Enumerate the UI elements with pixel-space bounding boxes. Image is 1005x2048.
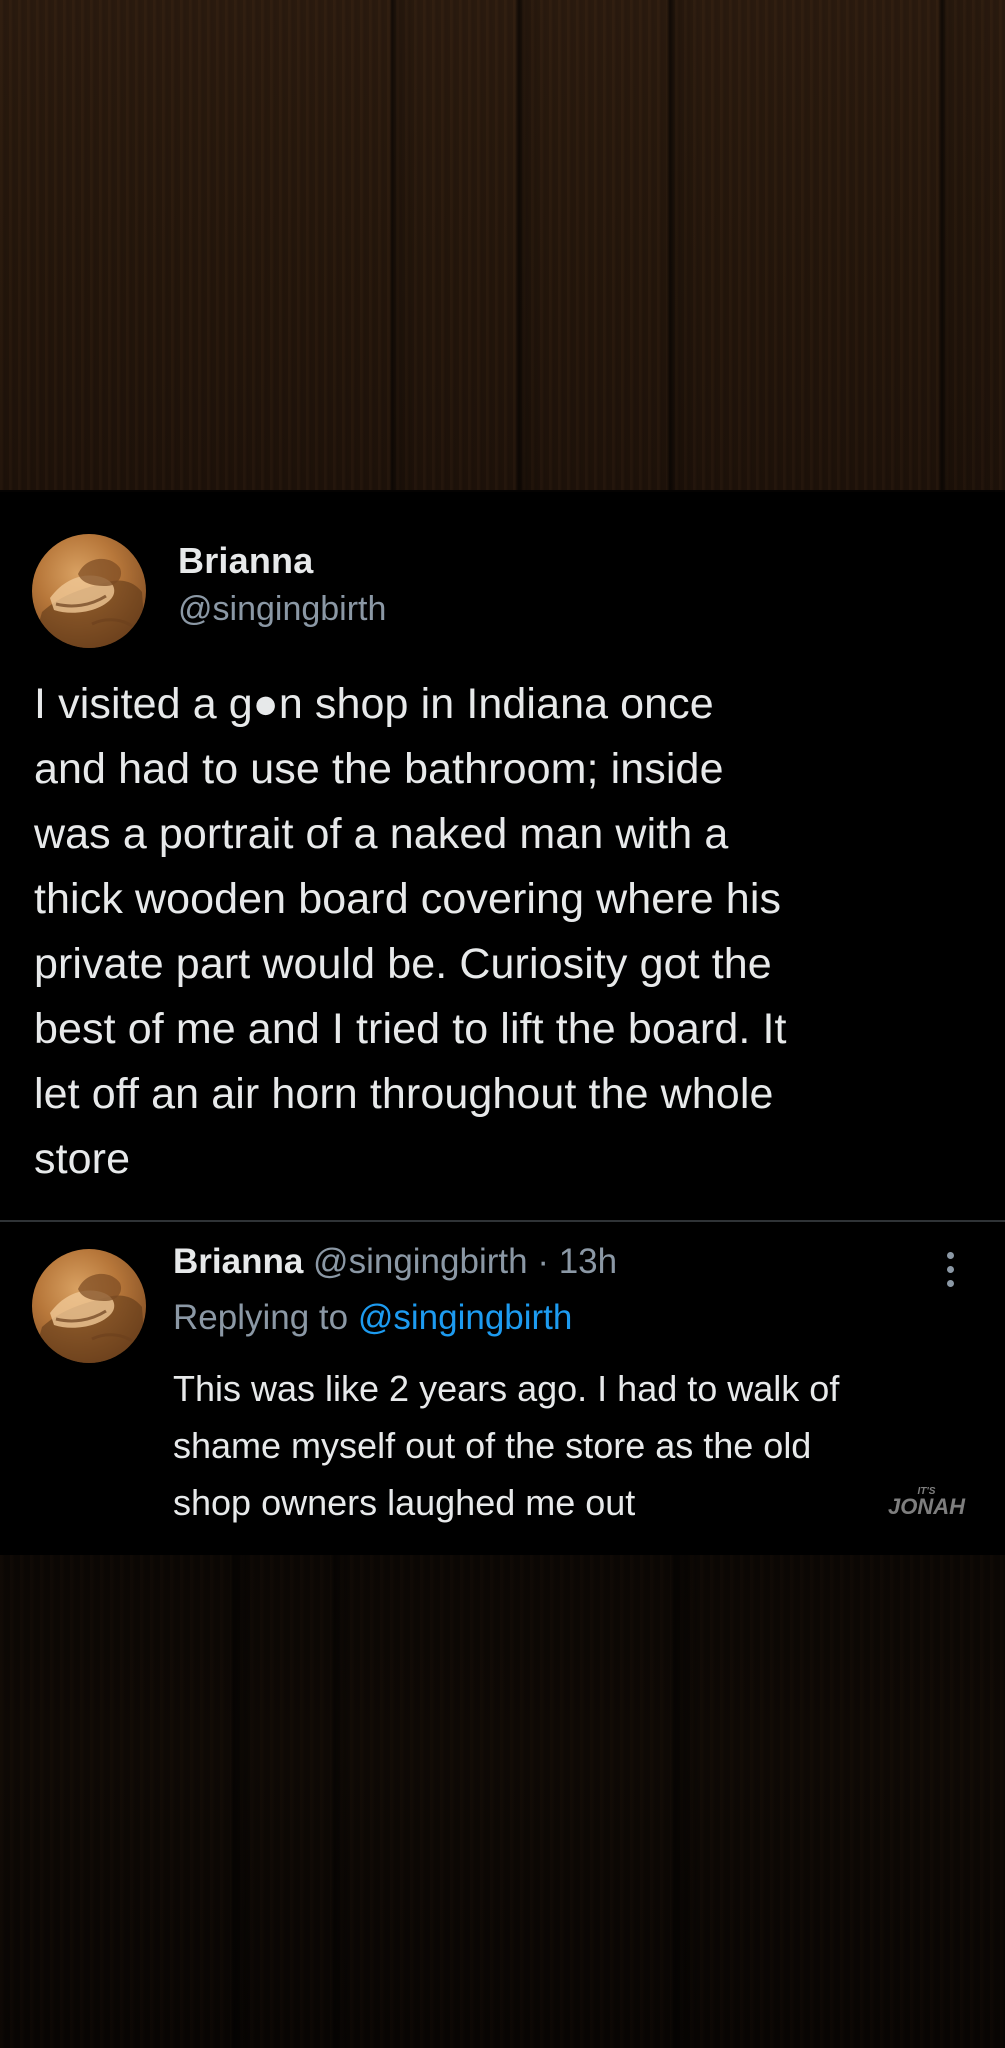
watermark: IT'S JONAH (888, 1487, 966, 1519)
avatar-illustration (32, 558, 146, 648)
tweet-card: Brianna @singingbirth I visited a g●n sh… (0, 492, 1005, 1555)
reply-text: This was like 2 years ago. I had to walk… (173, 1368, 840, 1523)
watermark-large-text: JONAH (888, 1494, 966, 1519)
more-dot (946, 1266, 954, 1273)
author-avatar[interactable] (32, 534, 146, 648)
wood-background-top (0, 0, 1005, 490)
replying-to-handle-link[interactable]: @singingbirth (358, 1298, 573, 1337)
reply-author-avatar[interactable] (32, 1249, 146, 1363)
reply-author-handle[interactable]: @singingbirth (313, 1242, 528, 1281)
reply-timestamp[interactable]: 13h (559, 1242, 617, 1281)
more-dot (946, 1280, 954, 1287)
tweet-text: I visited a g●n shop in Indiana once and… (34, 680, 787, 1183)
author-handle[interactable]: @singingbirth (178, 590, 386, 629)
replying-to-line: Replying to @singingbirth (173, 1298, 572, 1338)
divider (0, 1220, 1005, 1222)
more-options-icon[interactable] (940, 1252, 960, 1296)
wood-background-bottom (0, 1555, 1005, 2048)
reply-header: Brianna @singingbirth · 13h (173, 1242, 617, 1282)
replying-to-label: Replying to (173, 1298, 349, 1337)
more-dot (946, 1252, 954, 1259)
reply-separator: · (537, 1242, 549, 1281)
avatar-illustration (32, 1273, 146, 1363)
reply-author-name[interactable]: Brianna (173, 1242, 303, 1281)
author-name[interactable]: Brianna (178, 540, 313, 582)
page: Brianna @singingbirth I visited a g●n sh… (0, 0, 1005, 2048)
